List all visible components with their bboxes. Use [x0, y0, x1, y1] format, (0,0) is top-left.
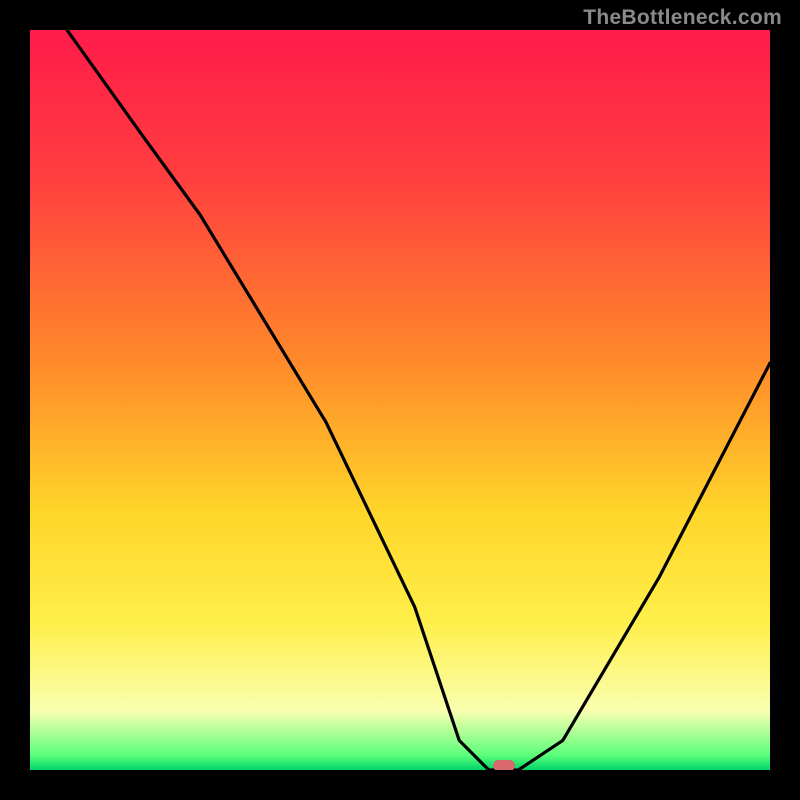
- chart-frame: TheBottleneck.com: [0, 0, 800, 800]
- plot-area: [30, 30, 770, 770]
- watermark-text: TheBottleneck.com: [583, 6, 782, 30]
- bottleneck-curve-path: [67, 30, 770, 770]
- curve-svg: [30, 30, 770, 770]
- optimal-marker: [493, 760, 515, 770]
